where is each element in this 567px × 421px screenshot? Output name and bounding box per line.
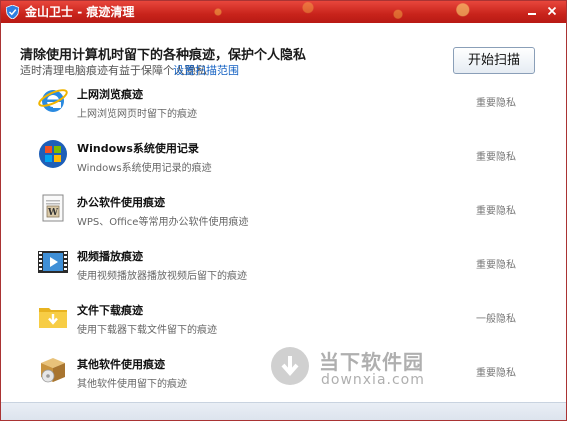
item-description: Windows系统使用记录的痕迹 (77, 163, 212, 174)
software-box-icon (41, 358, 65, 383)
watermark-brand: 当下软件园 (319, 350, 424, 374)
privacy-level: 重要隐私 (476, 98, 516, 109)
trace-item-browser[interactable]: 上网浏览痕迹 上网浏览网页时留下的痕迹 重要隐私 (1, 72, 566, 126)
minimize-icon (528, 13, 536, 15)
watermark: 当下软件园 downxia.com (271, 342, 441, 394)
shield-logo-icon (6, 5, 19, 19)
watermark-domain: downxia.com (321, 372, 425, 388)
start-scan-button[interactable]: 开始扫描 (453, 47, 535, 74)
download-arrow-icon (281, 356, 299, 377)
minimize-button[interactable] (524, 4, 540, 18)
video-player-icon (38, 251, 68, 273)
item-title: 办公软件使用痕迹 (77, 196, 165, 209)
item-description: WPS、Office等常用办公软件使用痕迹 (77, 217, 249, 228)
title-bar[interactable]: 金山卫士 - 痕迹清理 (1, 1, 566, 23)
close-icon (547, 6, 557, 16)
item-title: 其他软件使用痕迹 (77, 358, 165, 371)
item-title: 视频播放痕迹 (77, 250, 143, 263)
window-title: 金山卫士 - 痕迹清理 (25, 5, 134, 19)
item-description: 上网浏览网页时留下的痕迹 (77, 109, 197, 120)
section-title: 痕迹清理 (86, 5, 135, 19)
trace-item-video[interactable]: 视频播放痕迹 使用视频播放器播放视频后留下的痕迹 重要隐私 (1, 234, 566, 288)
svg-text:W: W (47, 208, 59, 218)
trace-item-windows[interactable]: Windows系统使用记录 Windows系统使用记录的痕迹 重要隐私 (1, 126, 566, 180)
privacy-level: 一般隐私 (476, 314, 516, 325)
page-headline: 清除使用计算机时留下的各种痕迹，保护个人隐私 (20, 48, 307, 63)
item-description: 使用下载器下载文件留下的痕迹 (77, 325, 217, 336)
app-name: 金山卫士 (25, 5, 74, 19)
trace-cleaner-window: 金山卫士 - 痕迹清理 清除使用计算机时留下的各种痕迹，保护个人隐私 适时清理电… (0, 0, 567, 421)
item-description: 其他软件使用留下的痕迹 (77, 379, 187, 390)
title-bar-decoration (146, 1, 506, 23)
ie-browser-icon (38, 89, 68, 112)
item-title: Windows系统使用记录 (77, 142, 199, 155)
title-separator: - (73, 5, 87, 19)
office-document-icon: W (42, 194, 64, 222)
status-bar (1, 402, 566, 420)
trace-item-download[interactable]: 文件下载痕迹 使用下载器下载文件留下的痕迹 一般隐私 (1, 288, 566, 342)
item-title: 文件下载痕迹 (77, 304, 143, 317)
watermark-logo (271, 347, 309, 385)
privacy-level: 重要隐私 (476, 206, 516, 217)
privacy-level: 重要隐私 (476, 260, 516, 271)
item-title: 上网浏览痕迹 (77, 88, 143, 101)
download-folder-icon (39, 308, 67, 328)
windows-logo-icon (39, 140, 67, 168)
privacy-level: 重要隐私 (476, 368, 516, 379)
item-description: 使用视频播放器播放视频后留下的痕迹 (77, 271, 247, 282)
trace-item-office[interactable]: W 办公软件使用痕迹 WPS、Office等常用办公软件使用痕迹 重要隐私 (1, 180, 566, 234)
close-button[interactable] (544, 4, 560, 18)
privacy-level: 重要隐私 (476, 152, 516, 163)
